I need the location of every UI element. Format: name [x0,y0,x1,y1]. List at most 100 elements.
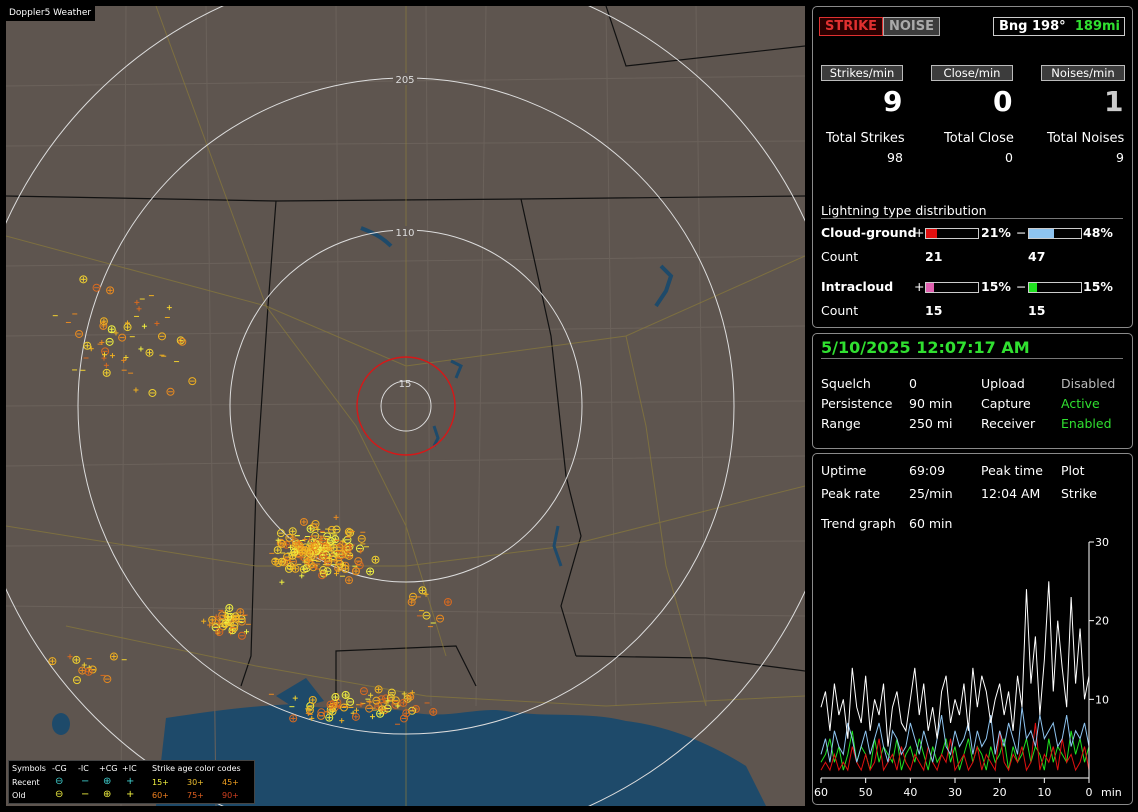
legend-age: 75+ [187,791,204,800]
lake [654,264,674,308]
plot-value[interactable]: Strike [1061,486,1097,501]
ring-label-110: 110 [395,228,414,239]
ring-label-15: 15 [399,379,412,390]
cg-negative-bar [1028,228,1082,239]
persistence-label: Persistence [821,396,893,411]
ic-negative-count: 15 [1028,303,1046,318]
minus-label: − [1016,225,1027,240]
legend-age: 45+ [222,778,239,787]
plot-label: Plot [1061,463,1085,478]
trend-panel: Uptime 69:09 Peak time Plot Peak rate 25… [812,453,1133,805]
y-tick-label: 20 [1095,615,1109,628]
total-strikes-value: 98 [887,150,903,165]
x-tick-label: 60 [814,786,828,799]
ring-label-205: 205 [395,75,414,86]
x-tick-label: 10 [1037,786,1051,799]
plus-icon: + [126,776,135,787]
range-label: Range [821,416,861,431]
intracloud-label: Intracloud [821,279,894,294]
total-close-label: Total Close [944,131,1014,146]
legend-age: 90+ [222,791,239,800]
ic-positive-bar [925,282,979,293]
cg-positive-count: 21 [925,249,943,264]
x-tick-label: 20 [993,786,1007,799]
stats-panel: STRIKE NOISE Bng 198° 189mi Strikes/min … [812,6,1133,328]
ic-positive-count: 15 [925,303,943,318]
cg-negative-fill [1029,229,1054,238]
peak-rate-value: 25/min [909,486,953,501]
y-tick-label: 30 [1095,536,1109,549]
receiver-label: Receiver [981,416,1036,431]
minus-circle-icon: ⊖ [55,776,64,787]
noises-per-min-label: Noises/min [1041,65,1125,81]
total-noises-value: 9 [1116,150,1124,165]
capture-label: Capture [981,396,1031,411]
lightning-map[interactable]: 205 110 15 Doppler5 Weather Symbols -CG … [6,6,805,806]
total-strikes-label: Total Strikes [826,131,905,146]
strikes-per-min-value: 9 [883,85,903,118]
legend-type: +IC [122,764,137,773]
upload-label: Upload [981,376,1025,391]
legend-age: 15+ [152,778,169,787]
plus-label: + [914,279,925,294]
bay-water [276,678,324,709]
ic-positive-pct: 15% [981,279,1011,294]
legend-age-label: Strike age color codes [152,764,241,773]
trend-graph-label: Trend graph [821,516,896,531]
legend-type: +CG [99,764,118,773]
ic-negative-fill [1029,283,1037,292]
datetime-readout: 5/10/2025 12:07:17 AM [821,338,1030,357]
cg-positive-bar [925,228,979,239]
peak-time-label: Peak time [981,463,1043,478]
trend-chart: 30 20 10 60 50 40 30 20 10 0 min [814,536,1122,799]
cg-negative-count: 47 [1028,249,1046,264]
trend-series-line [820,730,1090,771]
noises-per-min-value: 1 [1104,85,1124,118]
trend-ticks: 30 20 10 60 50 40 30 20 10 0 min [814,536,1122,799]
uptime-label: Uptime [821,463,867,478]
trend-series [820,581,1090,772]
minus-label: − [1016,279,1027,294]
legend-recent-label: Recent [12,778,40,787]
upload-value: Disabled [1061,376,1116,391]
peak-time-value: 12:04 AM [981,486,1041,501]
minus-icon: − [81,789,90,800]
total-noises-label: Total Noises [1047,131,1125,146]
x-tick-label: 30 [948,786,962,799]
strikes-per-min-label: Strikes/min [821,65,903,81]
legend-symbols-label: Symbols [12,764,46,773]
x-unit-label: min [1101,786,1122,799]
capture-value: Active [1061,396,1100,411]
trend-series-line [820,707,1090,763]
receiver-value: Enabled [1061,416,1112,431]
y-tick-label: 10 [1095,693,1109,706]
uptime-value: 69:09 [909,463,946,478]
minus-icon: − [81,776,90,787]
cg-positive-fill [926,229,937,238]
lake [450,359,463,379]
strike-button[interactable]: STRIKE [819,17,884,36]
ic-negative-pct: 15% [1083,279,1113,294]
x-tick-label: 0 [1086,786,1093,799]
distance-value: 189mi [1074,19,1120,34]
close-per-min-label: Close/min [931,65,1013,81]
legend-age: 30+ [187,778,204,787]
bearing-readout: Bng 198° 189mi [993,17,1125,36]
plus-circle-icon: ⊕ [103,776,112,787]
plus-circle-icon: ⊕ [103,789,112,800]
count-label: Count [821,303,859,318]
minus-circle-icon: ⊖ [55,789,64,800]
peak-rate-label: Peak rate [821,486,881,501]
legend-type: -CG [52,764,67,773]
symbol-legend: Symbols -CG -IC +CG +IC Strike age color… [8,760,255,804]
status-panel: 5/10/2025 12:07:17 AM Squelch 0 Upload D… [812,333,1133,449]
trend-graph-value: 60 min [909,516,953,531]
x-tick-label: 40 [903,786,917,799]
cg-negative-pct: 48% [1083,225,1113,240]
noise-button[interactable]: NOISE [883,17,941,36]
trend-series-line [820,581,1090,747]
count-label: Count [821,249,859,264]
distribution-title: Lightning type distribution [821,203,987,218]
squelch-value: 0 [909,376,917,391]
ic-negative-bar [1028,282,1082,293]
